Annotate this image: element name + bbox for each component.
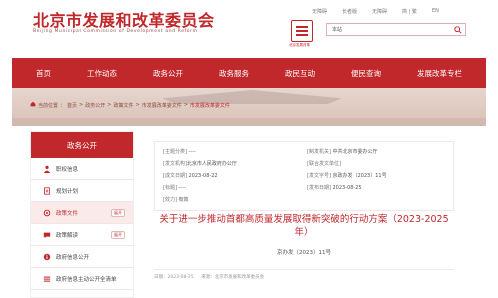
breadcrumb: 当前位置 ： 首页 > 政务公开 > 政策文件 > 市发展改革委文件 > 市发展…	[30, 101, 230, 109]
info-icon	[43, 253, 51, 261]
breadcrumb-policy-files[interactable]: 政策文件	[113, 102, 133, 109]
top-links: 无障碍 长者版 无障碍 简 | 繁 EN	[312, 8, 448, 15]
page: 北京市发展和改革委员会 Beijing Municipal Commission…	[0, 0, 498, 298]
breadcrumb-commission-files[interactable]: 市发展改革委文件	[142, 102, 182, 109]
sidebar-title: 政务公开	[31, 132, 133, 158]
nav-gov-affairs-open[interactable]: 政务公开	[153, 68, 183, 79]
meta-doc-number: [发文字号] 京政办发〔2023〕11号	[307, 173, 387, 179]
sidebar-item-planning[interactable]: 规划计划	[31, 180, 133, 202]
sidebar-item-label: 规划计划	[56, 188, 79, 195]
meta-effect: [效力] 有效	[163, 197, 189, 203]
sidebar-item-policy-interpretation[interactable]: 政策解读 展开	[31, 224, 133, 246]
document-date: 日期：2023-08-25	[154, 275, 194, 280]
expand-tag[interactable]: 展开	[111, 208, 125, 217]
document-meta-table: [主题分类] ---- [发文机构]北京市人民政府办公厅 [成文日期] 2023…	[154, 141, 454, 211]
emblem-caption: 北京发展改革	[289, 43, 310, 47]
document-title: 关于进一步推动首都高质量发展取得新突破的行动方案（2023-2025年）	[159, 214, 449, 238]
breadcrumb-label: 当前位置	[38, 102, 59, 109]
sidebar-item-gov-info-open[interactable]: 政府信息公开	[31, 246, 133, 268]
meta-topic: [制发机关] 中共北京市委办公厅	[307, 149, 378, 155]
sidebar-item-active-disclosure-list[interactable]: 政府信息主动公开全清单	[31, 268, 133, 290]
meta-issuer: [发文机构]北京市人民政府办公厅	[163, 161, 237, 167]
policy-icon	[43, 209, 51, 217]
site-subtitle: Beijing Municipal Commission of Developm…	[33, 29, 198, 34]
document-number: 京办发〔2023〕11号	[277, 250, 331, 256]
nav-convenience-query[interactable]: 便民查询	[351, 68, 381, 79]
document-icon	[43, 186, 51, 195]
nav-gov-services[interactable]: 政务服务	[219, 68, 249, 79]
search-box: 本站	[326, 23, 466, 36]
top-link-accessibility[interactable]: 无障碍	[312, 8, 342, 15]
sidebar-item-label: 政策文件	[56, 210, 79, 217]
nav-home[interactable]: 首页	[36, 68, 51, 79]
meta-publish-date: [发布日期] 2023-08-25	[307, 185, 362, 191]
main-nav: 首页 工作动态 政务公开 政务服务 政民互动 便民查询 发展改革专栏	[12, 58, 486, 88]
top-link-elder[interactable]: 长者版	[342, 8, 372, 15]
expand-tag[interactable]: 展开	[111, 230, 125, 239]
chat-icon	[43, 231, 51, 239]
top-link-language[interactable]: 简 | 繁	[402, 8, 432, 15]
meta-written-date: [成文日期] 2023-08-22	[163, 173, 218, 179]
top-link-barrier-free[interactable]: 无障碍	[372, 8, 402, 15]
main-content: [主题分类] ---- [发文机构]北京市人民政府办公厅 [成文日期] 2023…	[144, 131, 468, 298]
breadcrumb-gov-open[interactable]: 政务公开	[85, 102, 105, 109]
sidebar-item-label: 政策解读	[56, 232, 79, 239]
logo-emblem-icon	[291, 20, 313, 42]
search-input[interactable]	[349, 24, 451, 35]
search-icon[interactable]	[451, 24, 465, 35]
banner-wall-shape	[12, 118, 486, 126]
breadcrumb-current[interactable]: 市发展改革委文件	[190, 102, 230, 109]
nav-work-updates[interactable]: 工作动态	[87, 68, 117, 79]
sidebar-item-label: 政府信息主动公开全清单	[56, 276, 117, 283]
meta-theme: [主题分类] ----	[163, 149, 196, 155]
nav-interaction[interactable]: 政民互动	[285, 68, 315, 79]
home-icon	[30, 101, 36, 109]
sidebar-item-authority-info[interactable]: 职权信息	[31, 158, 133, 180]
document-source: 来源：北京市发展和改革委员会	[201, 275, 265, 280]
sidebar-item-policy-files[interactable]: 政策文件 展开	[31, 202, 133, 224]
top-link-english[interactable]: EN	[432, 8, 448, 15]
sidebar-item-label: 政府信息公开	[56, 254, 90, 261]
site-header: 北京市发展和改革委员会 Beijing Municipal Commission…	[0, 0, 498, 55]
sidebar-item-label: 职权信息	[56, 166, 79, 173]
list-icon	[43, 275, 51, 283]
sidebar: 政务公开 职权信息 规划计划 政策文件 展开 政策解读 展开 政府信息公开 政府…	[30, 131, 134, 298]
meta-title: [标题] ----	[163, 185, 186, 191]
search-scope[interactable]: 本站	[327, 26, 349, 33]
person-icon	[43, 165, 51, 173]
site-title[interactable]: 北京市发展和改革委员会	[33, 7, 215, 31]
breadcrumb-home[interactable]: 首页	[67, 102, 77, 109]
meta-unit: [联合发文单位]	[307, 161, 341, 167]
document-footer: 日期：2023-08-25 来源：北京市发展和改革委员会	[154, 269, 454, 280]
nav-reform-column[interactable]: 发展改革专栏	[417, 68, 462, 79]
